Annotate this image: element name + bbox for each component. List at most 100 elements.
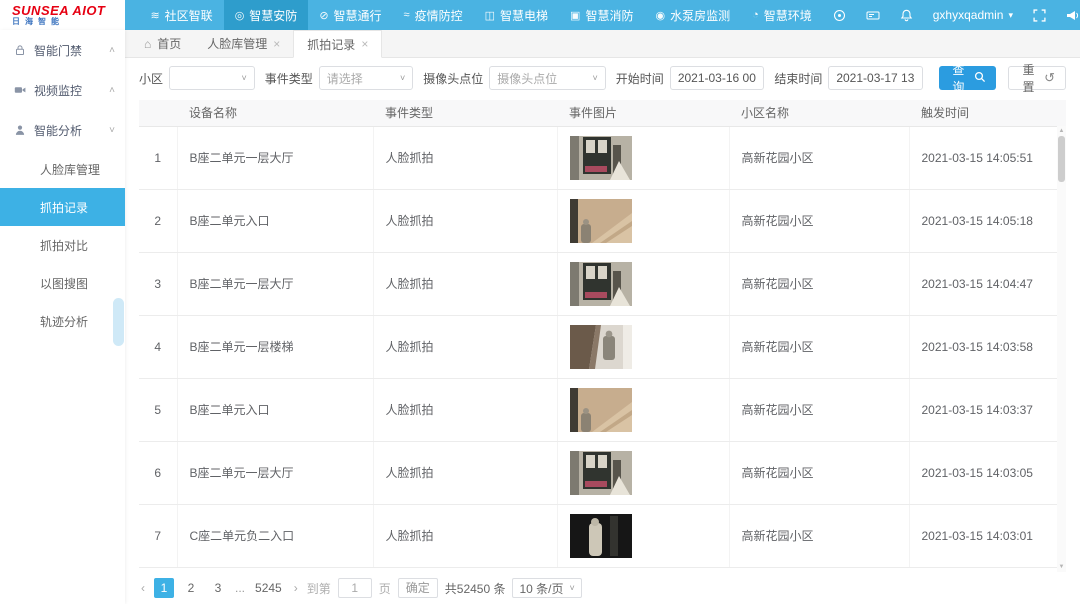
table-scrollbar[interactable]: ▲ ▼ [1057, 126, 1066, 572]
prev-page-button[interactable]: ‹ [139, 581, 147, 595]
sidebar-group-camera[interactable]: 视频监控˄ [0, 70, 125, 110]
row-index: 7 [139, 504, 177, 567]
reset-button[interactable]: 重置 ↺ [1008, 66, 1066, 90]
column-header: 设备名称 [177, 100, 373, 126]
sidebar-group-person[interactable]: 智能分析 ˅ [0, 110, 125, 150]
sidebar-item[interactable]: 抓拍对比 [0, 226, 125, 264]
community-cell: 高新花园小区 [729, 252, 909, 315]
topnav-item-access[interactable]: ⊘智慧通行 [308, 0, 392, 30]
chevron-down-icon: ˅ [109, 125, 115, 136]
target-icon[interactable] [823, 9, 856, 22]
fire-icon: ▣ [570, 9, 580, 22]
brand-name: SUNSEA AIOT [12, 4, 125, 17]
next-page-button[interactable]: › [292, 581, 300, 595]
page-number-button[interactable]: 3 [208, 578, 228, 598]
column-header: 触发时间 [909, 100, 1066, 126]
community-cell: 高新花园小区 [729, 504, 909, 567]
security-icon: ◎ [235, 9, 245, 22]
camera-select[interactable]: 摄像头点位 ˅ [489, 66, 606, 90]
community-cell: 高新花园小区 [729, 378, 909, 441]
trigger-time-cell: 2021-03-15 14:03:01 [909, 504, 1066, 567]
scroll-up-icon[interactable]: ▲ [1057, 127, 1066, 135]
community-select[interactable]: ˅ [169, 66, 255, 90]
chevron-down-icon: ▾ [1008, 10, 1013, 21]
table-row: 3B座二单元一层大厅人脸抓拍高新花园小区2021-03-15 14:04:47 [139, 252, 1066, 315]
sidebar-group-door-lock[interactable]: 智能门禁 ˄ [0, 30, 125, 70]
topnav-item-epidemic[interactable]: ≈疫情防控 [393, 0, 474, 30]
topnav-item-fire[interactable]: ▣智慧消防 [559, 0, 644, 30]
bell-icon[interactable] [890, 9, 923, 22]
page-number-button[interactable]: 1 [154, 578, 174, 598]
event-type-label: 事件类型 [265, 70, 313, 87]
close-icon[interactable]: × [273, 37, 280, 51]
page-number-button[interactable]: 5245 [252, 578, 285, 598]
column-header: 事件图片 [557, 100, 729, 126]
trigger-time-cell: 2021-03-15 14:03:58 [909, 315, 1066, 378]
row-index: 1 [139, 126, 177, 189]
sidebar-item[interactable]: 轨迹分析 [0, 302, 125, 340]
sidebar-item[interactable]: 人脸库管理 [0, 150, 125, 188]
sidebar-collapse-handle[interactable] [113, 298, 124, 346]
community-cell: 高新花园小区 [729, 315, 909, 378]
event-snapshot-image[interactable] [570, 199, 632, 243]
topnav-item-environment[interactable]: ◔智慧环境 [741, 0, 823, 30]
event-type-select[interactable]: 请选择 ˅ [319, 66, 414, 90]
row-index: 6 [139, 441, 177, 504]
topnav-utility-icons [823, 9, 923, 22]
start-time-input[interactable] [678, 71, 757, 85]
row-index: 4 [139, 315, 177, 378]
topnav-item-community[interactable]: ≋社区智联 [139, 0, 223, 30]
close-icon[interactable]: × [361, 37, 368, 51]
topnav-item-label: 智慧电梯 [500, 7, 548, 24]
topnav-item-pump[interactable]: ◉水泵房监测 [644, 0, 741, 30]
event-snapshot-image[interactable] [570, 514, 632, 558]
fullscreen-icon[interactable] [1023, 9, 1056, 22]
event-image-cell [557, 189, 729, 252]
environment-icon: ◔ [752, 9, 759, 21]
tabbar: ⌂首页人脸库管理× 抓拍记录 × [125, 30, 1080, 58]
megaphone-icon[interactable] [1056, 9, 1080, 22]
event-snapshot-image[interactable] [570, 325, 632, 369]
sidebar-group-label: 智能门禁 [34, 42, 82, 59]
table-header-row: 设备名称事件类型事件图片小区名称触发时间 [139, 100, 1066, 126]
page-size-select[interactable]: 10 条/页 ˅ [512, 578, 581, 598]
scrollbar-thumb[interactable] [1058, 136, 1065, 182]
tab[interactable]: ⌂首页 [131, 30, 194, 57]
event-type-cell: 人脸抓拍 [373, 252, 557, 315]
reset-icon: ↺ [1044, 70, 1055, 86]
search-button[interactable]: 查询 [939, 66, 996, 90]
user-menu[interactable]: gxhyxqadmin ▾ [923, 8, 1023, 22]
card-icon[interactable] [856, 9, 890, 22]
event-image-cell [557, 378, 729, 441]
scroll-down-icon[interactable]: ▼ [1057, 563, 1066, 571]
chevron-down-icon: ˅ [570, 583, 575, 593]
trigger-time-cell: 2021-03-15 14:04:47 [909, 252, 1066, 315]
goto-page-input[interactable] [338, 578, 372, 598]
page-unit-label: 页 [379, 580, 391, 597]
tab[interactable]: 抓拍记录 × [293, 30, 382, 58]
sidebar-group-label: 智能分析 [34, 122, 82, 139]
start-time-label: 开始时间 [616, 70, 664, 87]
goto-confirm-button[interactable]: 确定 [398, 578, 438, 598]
tab[interactable]: 人脸库管理× [194, 30, 293, 57]
chevron-up-icon: ˄ [109, 45, 115, 56]
event-snapshot-image[interactable] [570, 388, 632, 432]
page-number-button[interactable]: 2 [181, 578, 201, 598]
tab-label: 首页 [157, 35, 181, 52]
end-time-input[interactable] [836, 71, 915, 85]
table-row: 7C座二单元负二入口人脸抓拍高新花园小区2021-03-15 14:03:01 [139, 504, 1066, 567]
table-row: 6B座二单元一层大厅人脸抓拍高新花园小区2021-03-15 14:03:05 [139, 441, 1066, 504]
event-snapshot-image[interactable] [570, 136, 632, 180]
topnav-item-elevator[interactable]: ◫智慧电梯 [474, 0, 559, 30]
device-name-cell: B座二单元一层大厅 [177, 126, 373, 189]
brand-name-cn: 日海智能 [12, 17, 125, 27]
event-snapshot-image[interactable] [570, 451, 632, 495]
sidebar-item[interactable]: 以图搜图 [0, 264, 125, 302]
topnav-item-security[interactable]: ◎智慧安防 [224, 0, 309, 30]
tab-label: 抓拍记录 [307, 36, 355, 53]
camera-label: 摄像头点位 [423, 70, 483, 87]
sidebar-menu: 智能门禁 ˄ 视频监控˄ 智能分析 ˅ 人脸库管理抓拍记录抓拍对比以图搜图轨迹分析 [0, 30, 125, 340]
trigger-time-cell: 2021-03-15 14:03:05 [909, 441, 1066, 504]
sidebar-item[interactable]: 抓拍记录 [0, 188, 125, 226]
event-snapshot-image[interactable] [570, 262, 632, 306]
